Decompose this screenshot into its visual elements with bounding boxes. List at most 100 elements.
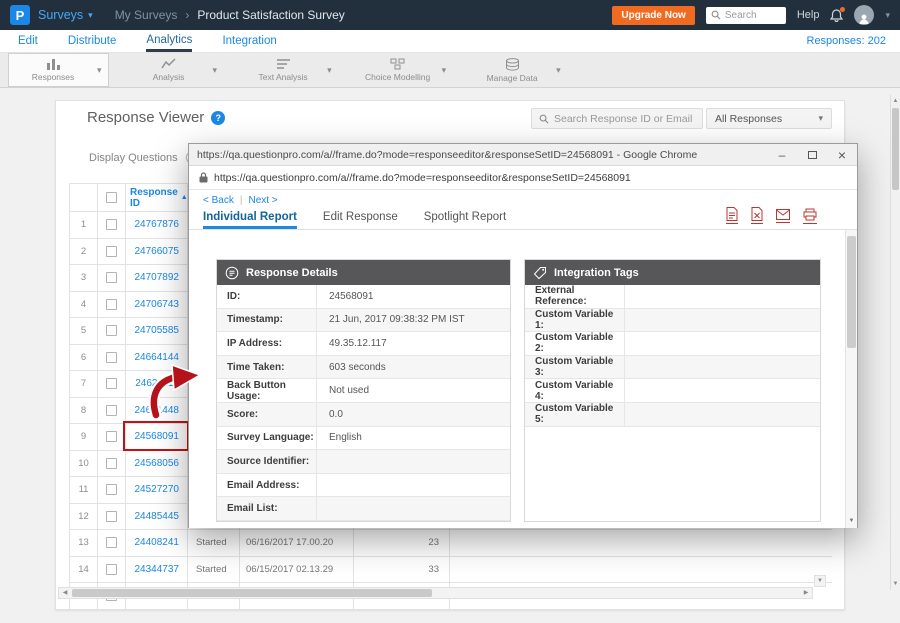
scroll-left-button[interactable]: ◀ — [59, 588, 71, 598]
response-id-link[interactable]: 24625113 — [126, 371, 188, 397]
toolbar-analysis[interactable]: Analysis ▾ — [125, 53, 224, 87]
row-timestamp: 06/16/2017 17.00.20 — [240, 530, 354, 556]
close-button[interactable]: × — [827, 144, 857, 166]
nav-analytics[interactable]: Analytics — [146, 30, 192, 52]
row-status: Started — [188, 530, 240, 556]
response-id-header-label: Response ID — [130, 187, 178, 209]
response-id-link[interactable]: 24527270 — [126, 477, 188, 503]
row-checkbox[interactable] — [106, 352, 117, 363]
response-search-input[interactable] — [554, 113, 695, 125]
scroll-down-button[interactable]: ▼ — [846, 514, 857, 528]
detail-value: 24568091 — [317, 285, 510, 308]
detail-row: Custom Variable 4: — [525, 379, 820, 403]
response-id-link[interactable]: 24767876 — [126, 212, 188, 238]
row-checkbox[interactable] — [106, 405, 117, 416]
toolbar-manage-data[interactable]: Manage Data ▾ — [468, 53, 567, 87]
horizontal-scrollbar[interactable]: ◀ ▶ — [58, 587, 813, 599]
response-id-link[interactable]: 24568056 — [126, 451, 188, 477]
chevron-down-icon: ▾ — [88, 10, 93, 21]
scroll-up-button[interactable]: ▲ — [891, 95, 900, 107]
download-pdf-button[interactable] — [726, 207, 738, 224]
detail-value — [625, 356, 820, 379]
minimize-button[interactable]: – — [767, 144, 797, 166]
table-row: 1424344737Started06/15/2017 02.13.2933 — [70, 557, 832, 584]
popup-address-bar[interactable]: https://qa.questionpro.com/a//frame.do?m… — [189, 166, 857, 190]
print-button[interactable] — [803, 208, 817, 224]
chevron-down-icon[interactable]: ▾ — [442, 65, 447, 76]
row-checkbox[interactable] — [106, 537, 117, 548]
response-id-link[interactable]: 24344737 — [126, 557, 188, 583]
response-id-link[interactable]: 24485445 — [126, 504, 188, 530]
product-menu[interactable]: Surveys ▾ — [38, 8, 93, 22]
row-checkbox[interactable] — [106, 511, 117, 522]
tab-edit-response[interactable]: Edit Response — [323, 211, 398, 229]
row-checkbox[interactable] — [106, 219, 117, 230]
global-search[interactable] — [706, 7, 786, 24]
upgrade-now-button[interactable]: Upgrade Now — [612, 6, 694, 25]
scroll-down-button[interactable]: ▼ — [891, 578, 900, 590]
row-number: 3 — [70, 265, 98, 291]
response-id-link[interactable]: 24766075 — [126, 239, 188, 265]
questionpro-logo[interactable]: P — [10, 5, 30, 25]
row-checkbox[interactable] — [106, 458, 117, 469]
popup-url[interactable]: https://qa.questionpro.com/a//frame.do?m… — [214, 172, 631, 184]
popup-titlebar[interactable]: https://qa.questionpro.com/a//frame.do?m… — [189, 144, 857, 166]
chevron-down-icon[interactable]: ▾ — [885, 10, 890, 21]
response-id-link[interactable]: 24621448 — [126, 398, 188, 424]
detail-label: IP Address: — [217, 332, 317, 355]
response-id-link[interactable]: 24705585 — [126, 318, 188, 344]
notifications-button[interactable] — [830, 9, 843, 22]
nav-edit[interactable]: Edit — [18, 30, 38, 52]
response-filter-dropdown[interactable]: All Responses ▾ — [706, 108, 832, 129]
response-id-link[interactable]: 24706743 — [126, 292, 188, 318]
global-search-input[interactable] — [725, 10, 780, 21]
row-checkbox[interactable] — [106, 484, 117, 495]
row-checkbox[interactable] — [106, 299, 117, 310]
response-id-link[interactable]: 24568091 — [126, 424, 188, 450]
popup-scrollbar-thumb[interactable] — [847, 236, 856, 348]
toolbar-text-analysis[interactable]: Text Analysis ▾ — [239, 53, 338, 87]
column-header-response-id[interactable]: Response ID ▲ — [126, 184, 188, 211]
popup-window-title: https://qa.questionpro.com/a//frame.do?m… — [197, 149, 767, 161]
toolbar-responses[interactable]: Responses ▾ — [8, 53, 109, 87]
nav-distribute[interactable]: Distribute — [68, 30, 117, 52]
scroll-down-button[interactable]: ▼ — [814, 575, 826, 587]
chevron-down-icon[interactable]: ▾ — [213, 65, 218, 76]
chevron-down-icon[interactable]: ▾ — [327, 65, 332, 76]
tab-individual-report[interactable]: Individual Report — [203, 211, 297, 229]
email-report-button[interactable] — [776, 209, 790, 223]
help-icon[interactable]: ? — [211, 111, 225, 125]
detail-value: 603 seconds — [317, 356, 510, 379]
row-checkbox[interactable] — [106, 564, 117, 575]
row-count: 23 — [354, 530, 450, 556]
row-checkbox[interactable] — [106, 246, 117, 257]
select-all-checkbox[interactable] — [106, 192, 117, 203]
response-search[interactable] — [531, 108, 703, 129]
maximize-button[interactable] — [797, 144, 827, 166]
responses-count[interactable]: Responses: 202 — [807, 30, 887, 52]
next-link[interactable]: Next > — [248, 195, 277, 206]
row-checkbox[interactable] — [106, 272, 117, 283]
nav-integration[interactable]: Integration — [222, 30, 276, 52]
response-id-link[interactable]: 24408241 — [126, 530, 188, 556]
toolbar-choice-modelling[interactable]: Choice Modelling ▾ — [354, 53, 453, 87]
row-checkbox[interactable] — [106, 325, 117, 336]
row-checkbox[interactable] — [106, 431, 117, 442]
download-excel-button[interactable] — [751, 207, 763, 224]
page-scrollbar-thumb[interactable] — [892, 108, 899, 190]
scroll-right-button[interactable]: ▶ — [800, 588, 812, 598]
row-status: Started — [188, 557, 240, 583]
chevron-down-icon[interactable]: ▾ — [556, 65, 561, 76]
horizontal-scrollbar-thumb[interactable] — [72, 589, 432, 597]
response-id-link[interactable]: 24707892 — [126, 265, 188, 291]
help-link[interactable]: Help — [797, 9, 820, 21]
tab-spotlight-report[interactable]: Spotlight Report — [424, 211, 506, 229]
breadcrumb-parent[interactable]: My Surveys — [115, 8, 178, 22]
popup-scrollbar[interactable]: ▼ — [845, 230, 857, 528]
response-id-link[interactable]: 24664144 — [126, 345, 188, 371]
back-link[interactable]: < Back — [203, 195, 234, 206]
chevron-down-icon[interactable]: ▾ — [97, 65, 102, 76]
row-checkbox[interactable] — [106, 378, 117, 389]
page-scrollbar[interactable]: ▲ ▼ — [890, 95, 900, 590]
avatar[interactable] — [854, 5, 874, 25]
